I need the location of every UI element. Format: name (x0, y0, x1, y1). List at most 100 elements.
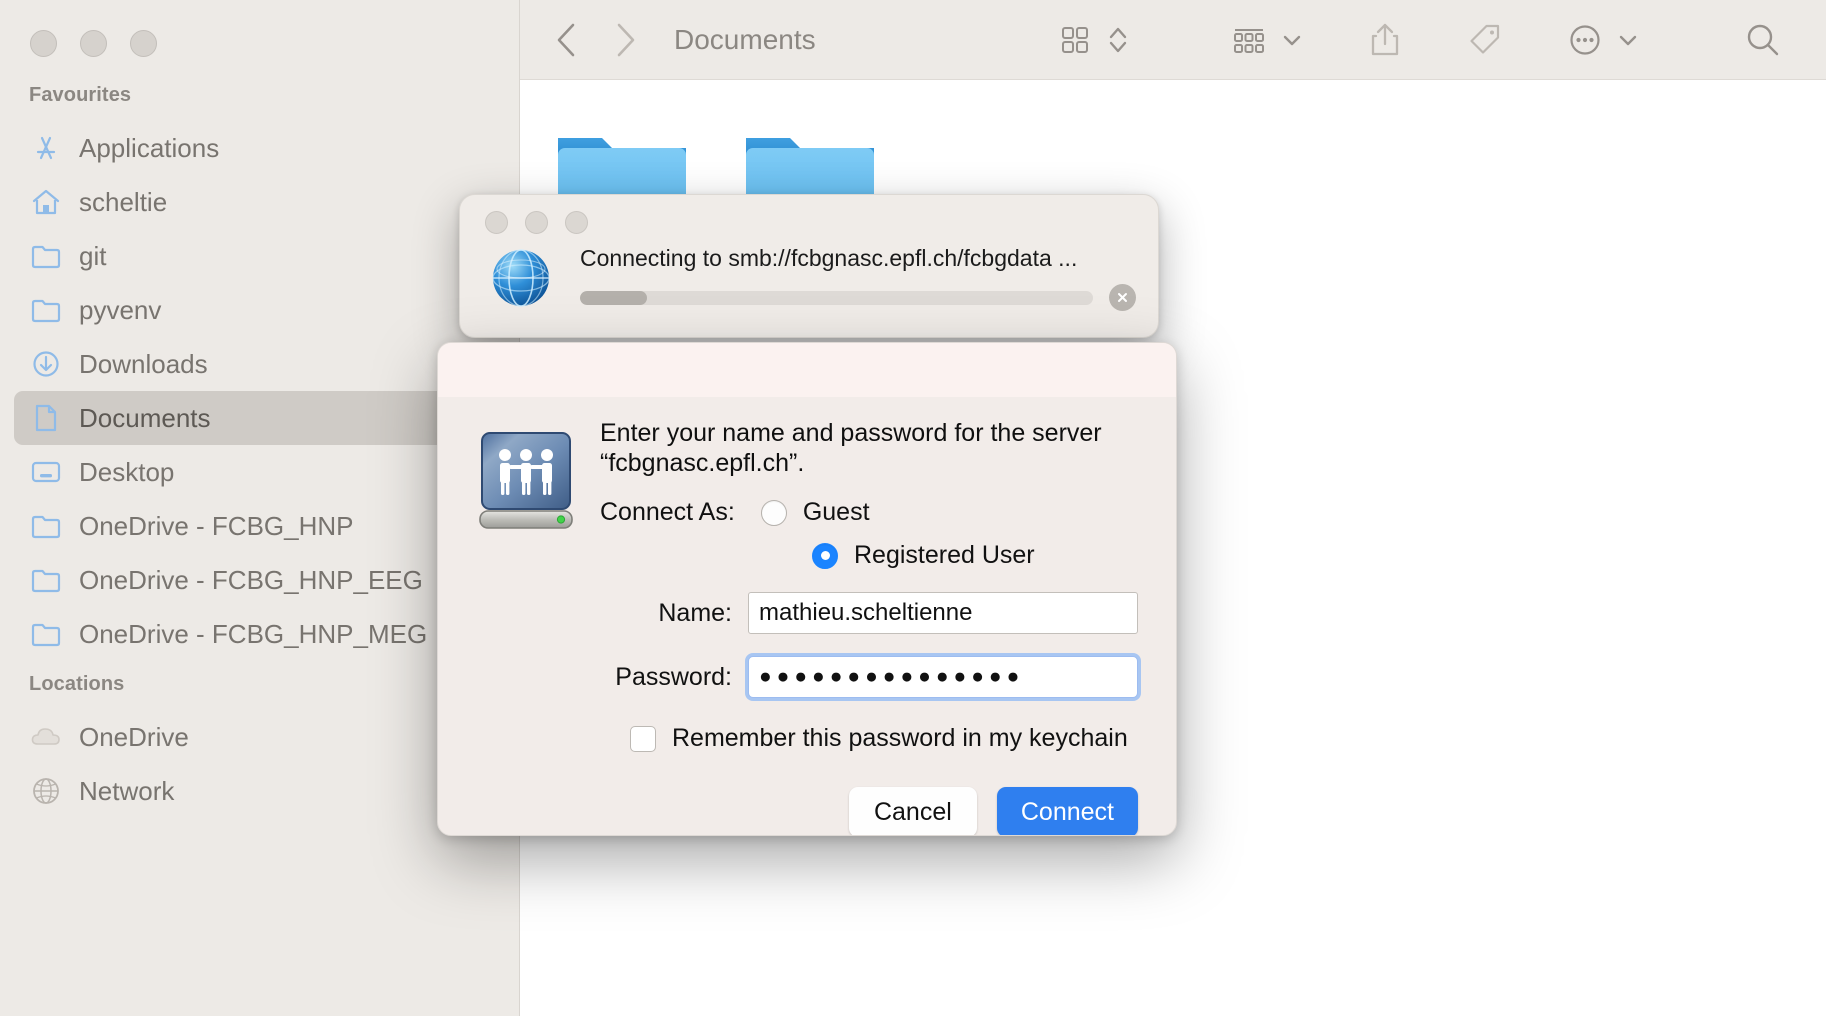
applications-icon (36, 136, 56, 160)
radio-guest[interactable] (760, 499, 787, 526)
folder-icon (29, 509, 63, 543)
folder-icon (29, 293, 63, 327)
ellipsis-circle-icon (1570, 24, 1600, 55)
view-controls[interactable] (1046, 11, 1132, 69)
zoom-button[interactable] (130, 30, 157, 57)
name-input[interactable]: mathieu.scheltienne (748, 592, 1138, 634)
close-button[interactable] (30, 30, 57, 57)
minimize-button[interactable] (80, 30, 107, 57)
sidebar-item-scheltie[interactable]: scheltie (14, 175, 505, 229)
share-button[interactable] (1356, 11, 1414, 69)
folder-icon (31, 245, 61, 269)
folder-icon (29, 563, 63, 597)
progress-minimize-button[interactable] (525, 211, 548, 234)
downloads-icon (29, 347, 63, 381)
connection-progress-bar (580, 290, 1093, 305)
sidebar-item-downloads[interactable]: Downloads (14, 337, 505, 391)
sidebar-item-onedrive-fcbg-hnp-eeg[interactable]: OneDrive - FCBG_HNP_EEG (14, 553, 505, 607)
cloud-icon (31, 728, 60, 745)
tag-button[interactable] (1456, 11, 1514, 69)
cancel-button[interactable]: Cancel (848, 787, 977, 835)
chevron-down-icon (1619, 35, 1637, 45)
globe-icon (490, 247, 552, 309)
name-field-row: Name: mathieu.scheltienne (600, 592, 1138, 634)
password-field-row: Password: ●●●●●●●●●●●●●●● (600, 656, 1138, 698)
sidebar-item-desktop[interactable]: Desktop (14, 445, 505, 499)
updown-chevron-icon (1109, 27, 1127, 52)
folder-icon (29, 617, 63, 651)
progress-zoom-button[interactable] (565, 211, 588, 234)
group-by-button[interactable] (1220, 11, 1278, 69)
window-traffic-lights (30, 30, 157, 57)
grid-view-button[interactable] (1046, 11, 1104, 69)
desktop-icon (31, 461, 61, 483)
file-server-icon (476, 429, 576, 533)
radio-registered-user-label[interactable]: Registered User (854, 541, 1035, 570)
connect-as-row: Connect As: Guest (600, 498, 1138, 527)
sidebar-item-label: Desktop (79, 456, 175, 487)
sidebar-item-git[interactable]: git (14, 229, 505, 283)
sidebar-item-network[interactable]: Network (14, 764, 505, 818)
remember-password-label[interactable]: Remember this password in my keychain (672, 724, 1128, 753)
sidebar-item-label: Downloads (79, 348, 208, 379)
remember-password-row[interactable]: Remember this password in my keychain (600, 724, 1138, 753)
document-icon (35, 404, 57, 432)
sidebar-item-onedrive-fcbg-hnp-meg[interactable]: OneDrive - FCBG_HNP_MEG (14, 607, 505, 661)
connection-status-text: Connecting to smb://fcbgnasc.epfl.ch/fcb… (580, 245, 1078, 271)
password-input[interactable]: ●●●●●●●●●●●●●●● (748, 656, 1138, 698)
screen: Favourites Applications scheltie git pyvenv D… (0, 0, 1826, 1016)
forward-button[interactable] (596, 11, 654, 69)
share-icon (1371, 23, 1399, 55)
cloud-icon (29, 720, 63, 754)
view-sort-button[interactable] (1104, 24, 1132, 56)
sidebar-item-pyvenv[interactable]: pyvenv (14, 283, 505, 337)
more-dropdown[interactable] (1614, 24, 1642, 56)
name-label: Name: (658, 598, 732, 627)
more-controls[interactable] (1556, 11, 1642, 69)
tag-icon (1470, 24, 1500, 54)
sidebar-item-label: Documents (79, 402, 211, 433)
sidebar-item-applications[interactable]: Applications (14, 121, 505, 175)
password-label: Password: (615, 662, 732, 691)
sidebar-item-label: git (79, 240, 107, 271)
password-masked-value: ●●●●●●●●●●●●●●● (759, 665, 1025, 688)
dialog-buttons: Cancel Connect (438, 787, 1176, 835)
sidebar-item-label: scheltie (79, 186, 168, 217)
remember-password-checkbox[interactable] (630, 725, 656, 752)
dialog-message: Enter your name and password for the ser… (600, 419, 1102, 477)
folder-icon (31, 569, 61, 593)
group-by-icon (1234, 28, 1264, 53)
stop-circle-icon[interactable] (1109, 284, 1136, 311)
sidebar-item-label: OneDrive - FCBG_HNP_EEG (79, 564, 423, 595)
applications-icon (29, 131, 63, 165)
sidebar-item-label: Network (79, 775, 175, 806)
chevron-right-icon (617, 23, 635, 56)
progress-traffic-lights (485, 211, 588, 234)
connection-progress-window: Connecting to smb://fcbgnasc.epfl.ch/fcb… (459, 194, 1159, 338)
sidebar-section-title: Favourites (29, 84, 132, 106)
sidebar-item-onedrive[interactable]: OneDrive (14, 710, 505, 764)
radio-registered-user[interactable] (812, 542, 838, 569)
back-button[interactable] (538, 11, 596, 69)
search-icon (1747, 24, 1779, 55)
sidebar-item-label: pyvenv (79, 294, 162, 325)
more-options-button[interactable] (1556, 11, 1614, 69)
registered-user-row: Registered User (600, 541, 1138, 570)
dialog-title-bar (438, 343, 1176, 397)
document-icon (29, 401, 63, 435)
search-button[interactable] (1734, 11, 1792, 69)
radio-guest-label[interactable]: Guest (803, 498, 870, 527)
desktop-icon (29, 455, 63, 489)
folder-icon (31, 623, 61, 647)
sidebar-item-documents[interactable]: Documents (14, 391, 505, 445)
folder-icon (31, 299, 61, 323)
group-by-controls[interactable] (1220, 11, 1306, 69)
group-by-dropdown[interactable] (1278, 24, 1306, 56)
progress-close-button[interactable] (485, 211, 508, 234)
authentication-dialog: Enter your name and password for the ser… (437, 342, 1177, 836)
connect-button[interactable]: Connect (996, 787, 1138, 835)
sidebar-item-label: Applications (79, 132, 220, 163)
sidebar-item-label: OneDrive - FCBG_HNP_MEG (79, 618, 428, 649)
grid-view-icon (1062, 26, 1088, 53)
sidebar-item-onedrive-fcbg-hnp[interactable]: OneDrive - FCBG_HNP (14, 499, 505, 553)
